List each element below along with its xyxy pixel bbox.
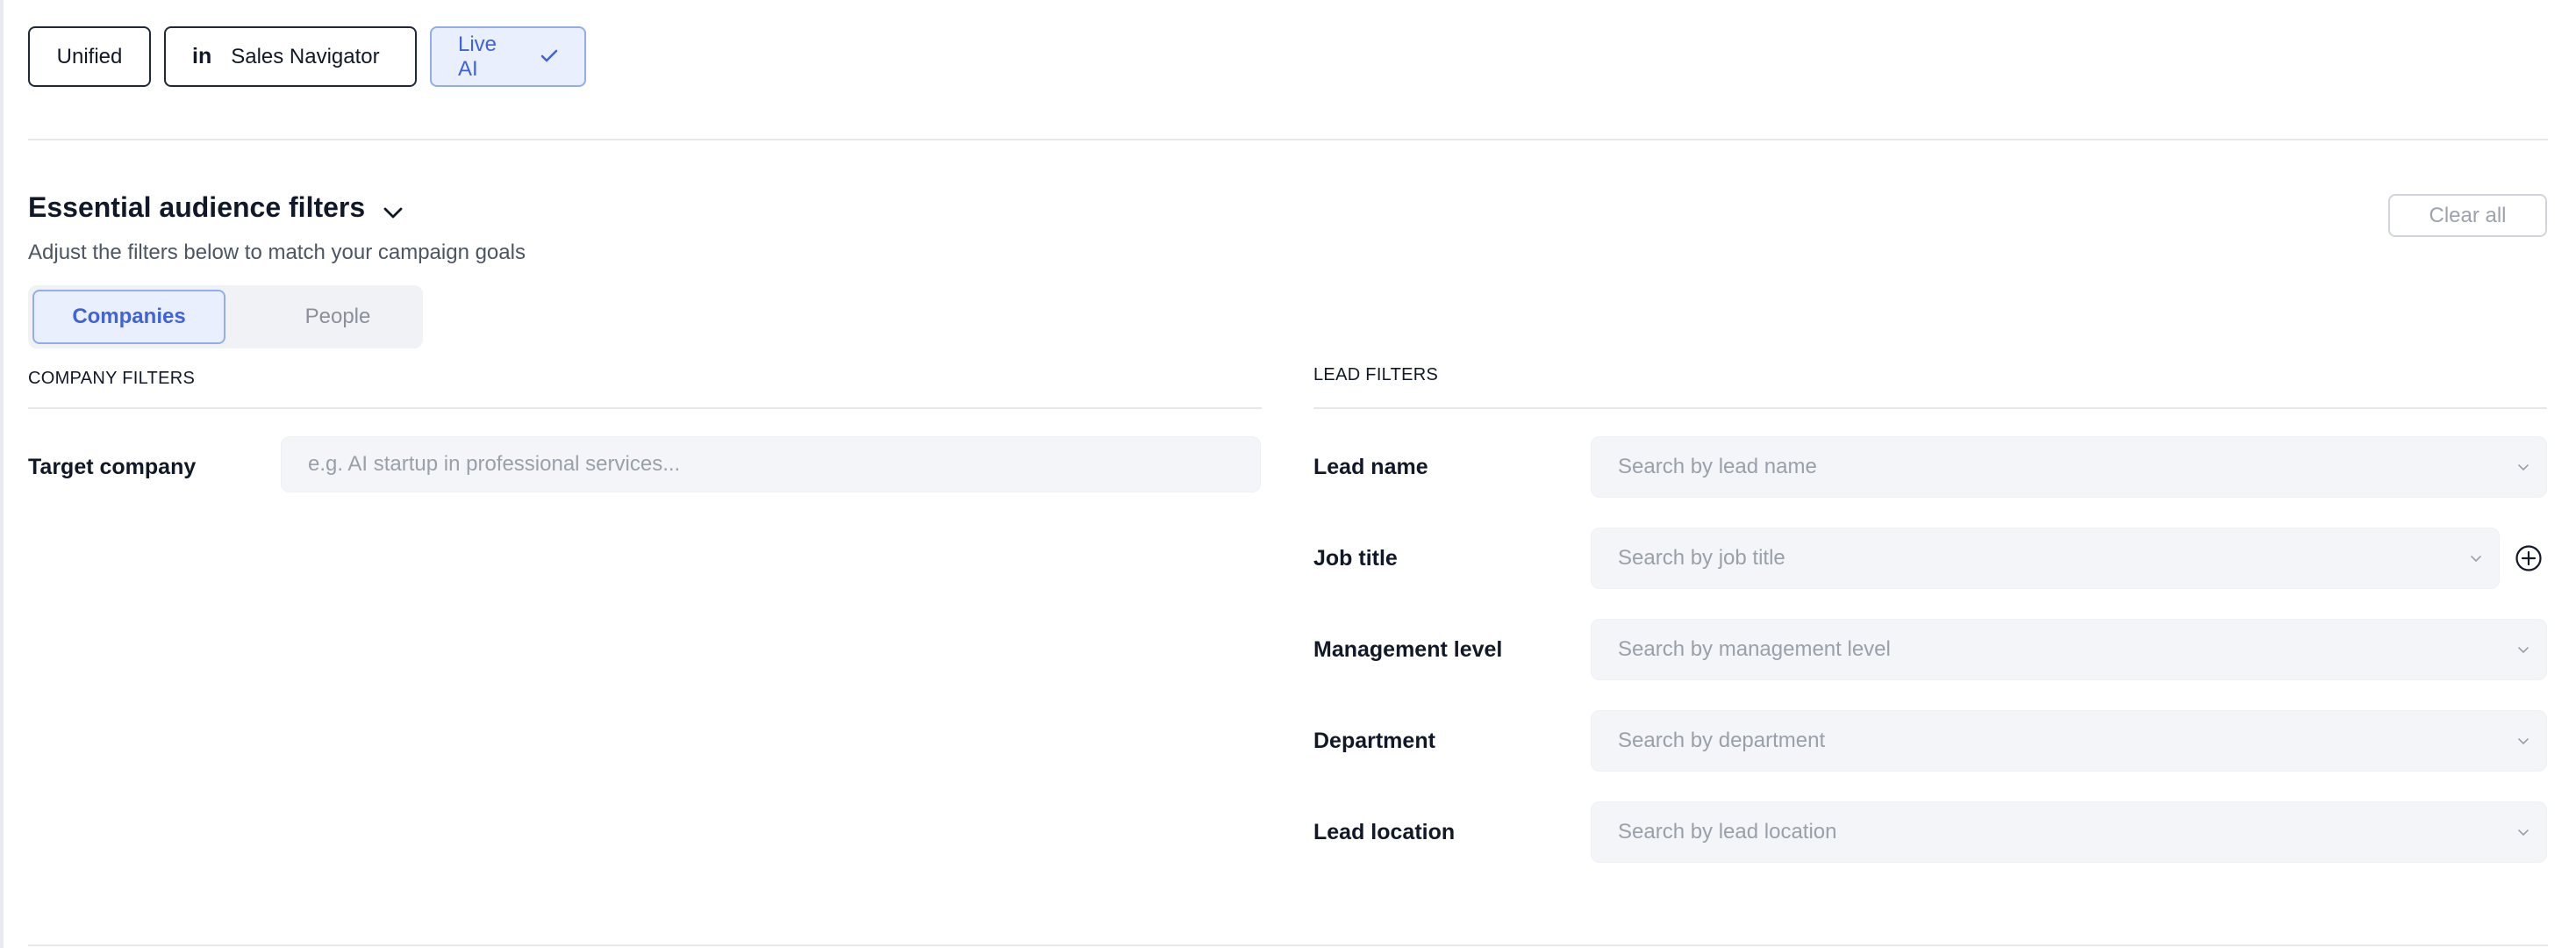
section-header[interactable]: Essential audience filters [28, 191, 403, 224]
management-level-select[interactable]: Search by management level [1591, 619, 2547, 680]
window-left-border [0, 0, 4, 948]
linkedin-icon: in [192, 44, 212, 68]
chevron-down-icon [2471, 556, 2481, 562]
department-label: Department [1313, 729, 1435, 753]
lead-location-label: Lead location [1313, 820, 1456, 844]
company-filters-divider [28, 407, 1262, 409]
unified-button[interactable]: Unified [28, 26, 151, 87]
chevron-down-icon [2518, 464, 2529, 470]
section-title: Essential audience filters [28, 191, 366, 223]
lead-name-placeholder: Search by lead name [1618, 455, 1817, 478]
bottom-divider [28, 944, 2548, 946]
source-tabs: Unified in Sales Navigator Live AI [28, 26, 586, 87]
add-job-title-icon[interactable] [2515, 544, 2543, 572]
target-company-input[interactable]: e.g. AI startup in professional services… [281, 436, 1261, 492]
management-level-placeholder: Search by management level [1618, 637, 1891, 661]
lead-name-label: Lead name [1313, 455, 1428, 479]
clear-all-button[interactable]: Clear all [2388, 194, 2547, 237]
entity-toggle: Companies People [28, 285, 423, 348]
live-ai-label: Live AI [458, 32, 497, 81]
chevron-down-icon [2518, 647, 2529, 653]
chevron-down-icon [383, 198, 403, 218]
target-company-placeholder: e.g. AI startup in professional services… [308, 452, 681, 476]
section-subtitle: Adjust the filters below to match your c… [28, 241, 526, 264]
lead-filters-divider [1313, 407, 2547, 409]
top-divider [28, 139, 2548, 140]
department-placeholder: Search by department [1618, 729, 1826, 752]
lead-location-placeholder: Search by lead location [1618, 820, 1837, 844]
unified-label: Unified [56, 44, 123, 68]
sales-navigator-label: Sales Navigator [231, 44, 380, 68]
management-level-label: Management level [1313, 637, 1503, 662]
live-ai-button[interactable]: Live AI [430, 26, 586, 87]
lead-filters-heading: LEAD FILTERS [1313, 365, 1439, 384]
job-title-placeholder: Search by job title [1618, 546, 1785, 570]
lead-location-select[interactable]: Search by lead location [1591, 801, 2547, 863]
chevron-down-icon [2518, 738, 2529, 744]
chevron-down-icon [2518, 830, 2529, 836]
company-filters-heading: COMPANY FILTERS [28, 369, 196, 388]
check-icon [540, 46, 558, 68]
tab-people[interactable]: People [254, 290, 421, 344]
job-title-label: Job title [1313, 546, 1398, 571]
tab-companies[interactable]: Companies [32, 290, 225, 344]
job-title-select[interactable]: Search by job title [1591, 528, 2500, 589]
target-company-label: Target company [28, 455, 197, 479]
department-select[interactable]: Search by department [1591, 710, 2547, 772]
lead-name-select[interactable]: Search by lead name [1591, 436, 2547, 498]
sales-navigator-button[interactable]: in Sales Navigator [164, 26, 417, 87]
